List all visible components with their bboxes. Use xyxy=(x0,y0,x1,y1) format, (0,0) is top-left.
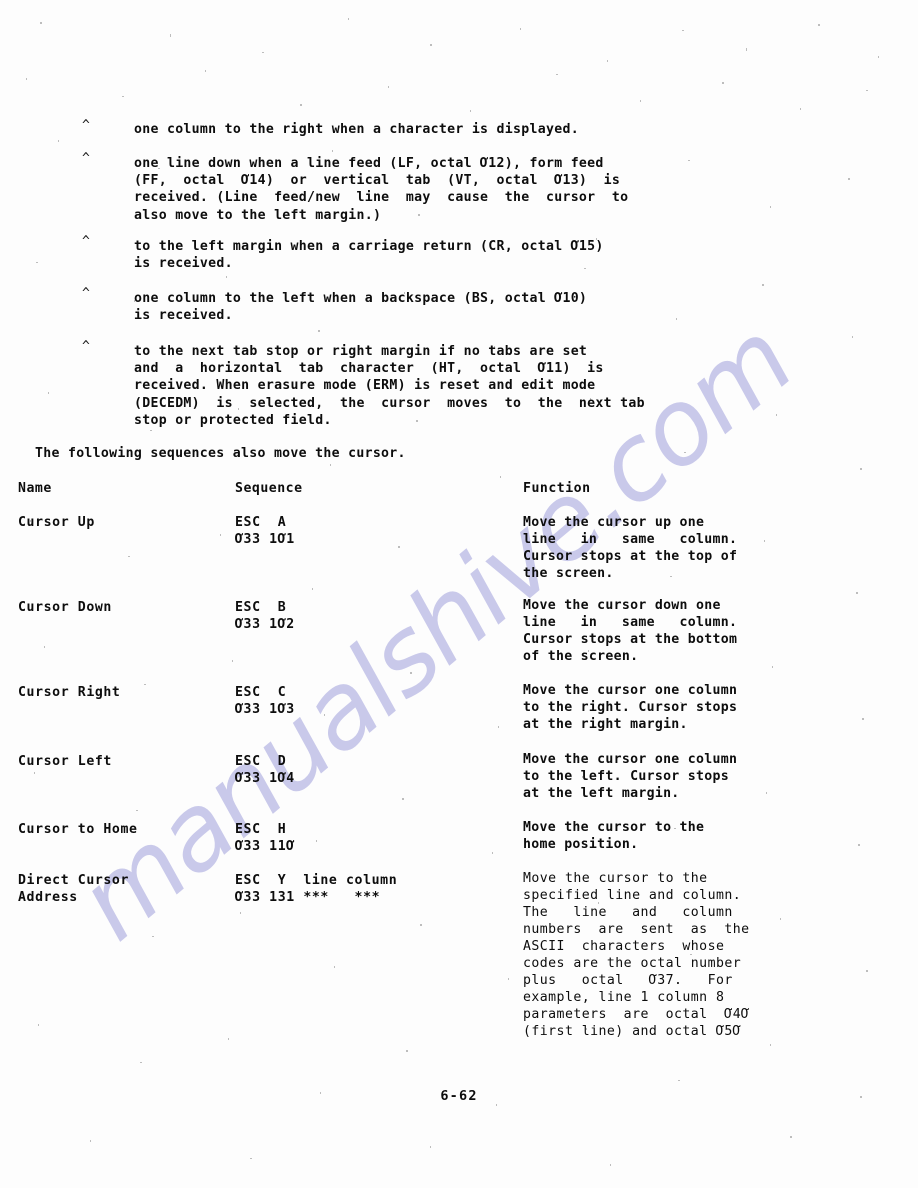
column-header-sequence: Sequence xyxy=(235,481,303,496)
page-number: 6-62 xyxy=(440,1088,478,1104)
bullet-marker: ^ xyxy=(82,234,90,249)
table-cell-function: Move the cursor to the home position. xyxy=(523,820,705,852)
table-cell-sequence: ESC A Ơ33 1Ơ1 xyxy=(235,515,295,547)
intro-sentence: The following sequences also move the cu… xyxy=(35,446,406,461)
bullet-marker: ^ xyxy=(82,151,90,166)
bullet-paragraph: one column to the right when a character… xyxy=(134,122,579,137)
table-cell-function: Move the cursor one column to the right.… xyxy=(523,683,738,732)
table-cell-sequence: ESC C Ơ33 1Ơ3 xyxy=(235,685,295,717)
bullet-marker: ^ xyxy=(82,339,90,354)
table-row: Cursor Down xyxy=(18,600,112,615)
table-row: Direct Cursor Address xyxy=(18,873,130,905)
table-cell-sequence: ESC B Ơ33 1Ơ2 xyxy=(235,600,295,632)
bullet-paragraph: one column to the left when a backspace … xyxy=(134,291,588,324)
bullet-paragraph: one line down when a line feed (LF, octa… xyxy=(134,156,629,223)
bullet-marker: ^ xyxy=(82,286,90,301)
table-cell-function: Move the cursor one column to the left. … xyxy=(523,752,738,801)
table-cell-function: Move the cursor down one line in same co… xyxy=(523,598,738,664)
bullet-paragraph: to the left margin when a carriage retur… xyxy=(134,239,604,272)
table-row: Cursor Up xyxy=(18,515,95,530)
table-cell-sequence: ESC Y line column Ơ33 131 *** *** xyxy=(235,873,398,905)
bullet-marker: ^ xyxy=(82,118,90,133)
column-header-function: Function xyxy=(523,481,591,496)
table-cell-sequence: ESC H Ơ33 11Ơ xyxy=(235,822,295,854)
table-cell-sequence: ESC D Ơ33 1Ơ4 xyxy=(235,754,295,786)
scanned-manual-page: manualshive.com ^ one column to the righ… xyxy=(0,0,918,1188)
table-row: Cursor Left xyxy=(18,754,112,769)
bullet-paragraph: to the next tab stop or right margin if … xyxy=(134,344,645,428)
table-row: Cursor Right xyxy=(18,685,121,700)
table-row: Cursor to Home xyxy=(18,822,138,837)
table-cell-function: Move the cursor to the specified line an… xyxy=(523,871,750,1039)
table-cell-function: Move the cursor up one line in same colu… xyxy=(523,515,738,581)
column-header-name: Name xyxy=(18,481,52,496)
